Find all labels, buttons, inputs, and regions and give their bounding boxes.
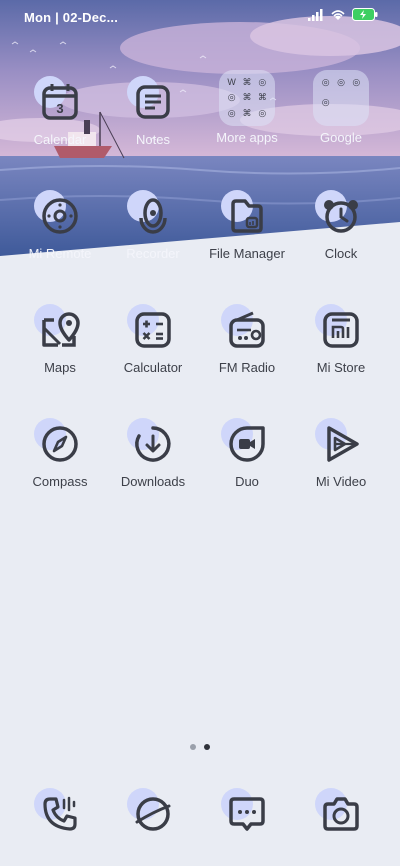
app-label: Calendar	[33, 132, 87, 147]
battery-charging-icon	[352, 8, 378, 21]
app-label: File Manager	[209, 246, 285, 261]
mi-store-icon	[323, 312, 359, 348]
file-manager-icon	[231, 199, 263, 233]
app-clock[interactable]: Clock	[291, 190, 391, 261]
app-label: More apps	[216, 130, 278, 145]
app-recorder[interactable]: Recorder	[103, 190, 203, 261]
app-label: Mi Store	[316, 360, 366, 375]
radio-icon	[229, 311, 265, 348]
app-notes[interactable]: Notes	[103, 76, 203, 147]
browser-icon	[135, 797, 171, 831]
compass-icon	[42, 426, 78, 462]
notes-icon	[136, 85, 170, 119]
app-compass[interactable]: Compass	[10, 418, 110, 489]
app-label: Mi Video	[315, 474, 367, 489]
app-maps[interactable]: Maps	[10, 304, 110, 375]
signal-bars-icon	[308, 8, 323, 21]
dock-messages[interactable]	[197, 788, 297, 840]
dock-phone[interactable]	[10, 788, 110, 840]
app-label: Maps	[44, 360, 76, 375]
recorder-icon	[139, 198, 167, 234]
wifi-icon	[331, 9, 345, 20]
duo-icon	[229, 426, 265, 462]
app-label: Mi Remote	[28, 246, 92, 261]
app-label: Duo	[235, 474, 259, 489]
dock	[0, 788, 400, 848]
page-dot[interactable]	[190, 744, 196, 750]
folder-icon: W ⌘ ◎ ◎ ⌘ ⌘ ◎ ⌘ ◎	[219, 70, 275, 126]
app-label: Notes	[136, 132, 170, 147]
app-label: Calculator	[123, 360, 183, 375]
calculator-icon	[135, 312, 171, 348]
app-label: Downloads	[120, 474, 186, 489]
svg-text:3: 3	[56, 101, 63, 116]
app-calculator[interactable]: Calculator	[103, 304, 203, 375]
downloads-icon	[135, 426, 171, 462]
app-mi-remote[interactable]: Mi Remote	[10, 190, 110, 261]
dock-browser[interactable]	[103, 788, 203, 840]
status-bar: Mon | 02-Dec...	[0, 0, 400, 36]
app-label: Compass	[32, 474, 88, 489]
page-indicator[interactable]	[0, 744, 400, 750]
phone-icon	[43, 796, 77, 831]
maps-icon	[42, 312, 80, 347]
messages-icon	[229, 797, 265, 831]
calendar-icon: 3	[42, 84, 78, 120]
folder-google[interactable]: ◎ ◎ ◎ ◎ Google	[291, 70, 391, 145]
app-file-manager[interactable]: File Manager	[197, 190, 297, 261]
app-label: Google	[320, 130, 362, 145]
app-fm-radio[interactable]: FM Radio	[197, 304, 297, 375]
app-label: Clock	[324, 246, 358, 261]
folder-more-apps[interactable]: W ⌘ ◎ ◎ ⌘ ⌘ ◎ ⌘ ◎ More apps	[197, 70, 297, 145]
camera-icon	[323, 797, 359, 831]
app-mi-store[interactable]: Mi Store	[291, 304, 391, 375]
status-time: Mon | 02-Dec...	[24, 10, 119, 25]
app-label: FM Radio	[218, 360, 276, 375]
app-downloads[interactable]: Downloads	[103, 418, 203, 489]
page-dot-active[interactable]	[204, 744, 210, 750]
remote-icon	[42, 198, 78, 234]
app-label: Recorder	[126, 246, 180, 261]
app-mi-video[interactable]: Mi Video	[291, 418, 391, 489]
app-duo[interactable]: Duo	[197, 418, 297, 489]
dock-camera[interactable]	[291, 788, 391, 840]
app-calendar[interactable]: 3 Calendar	[10, 76, 110, 147]
folder-icon: ◎ ◎ ◎ ◎	[313, 70, 369, 126]
clock-icon	[324, 200, 358, 233]
mi-video-icon	[327, 426, 359, 462]
